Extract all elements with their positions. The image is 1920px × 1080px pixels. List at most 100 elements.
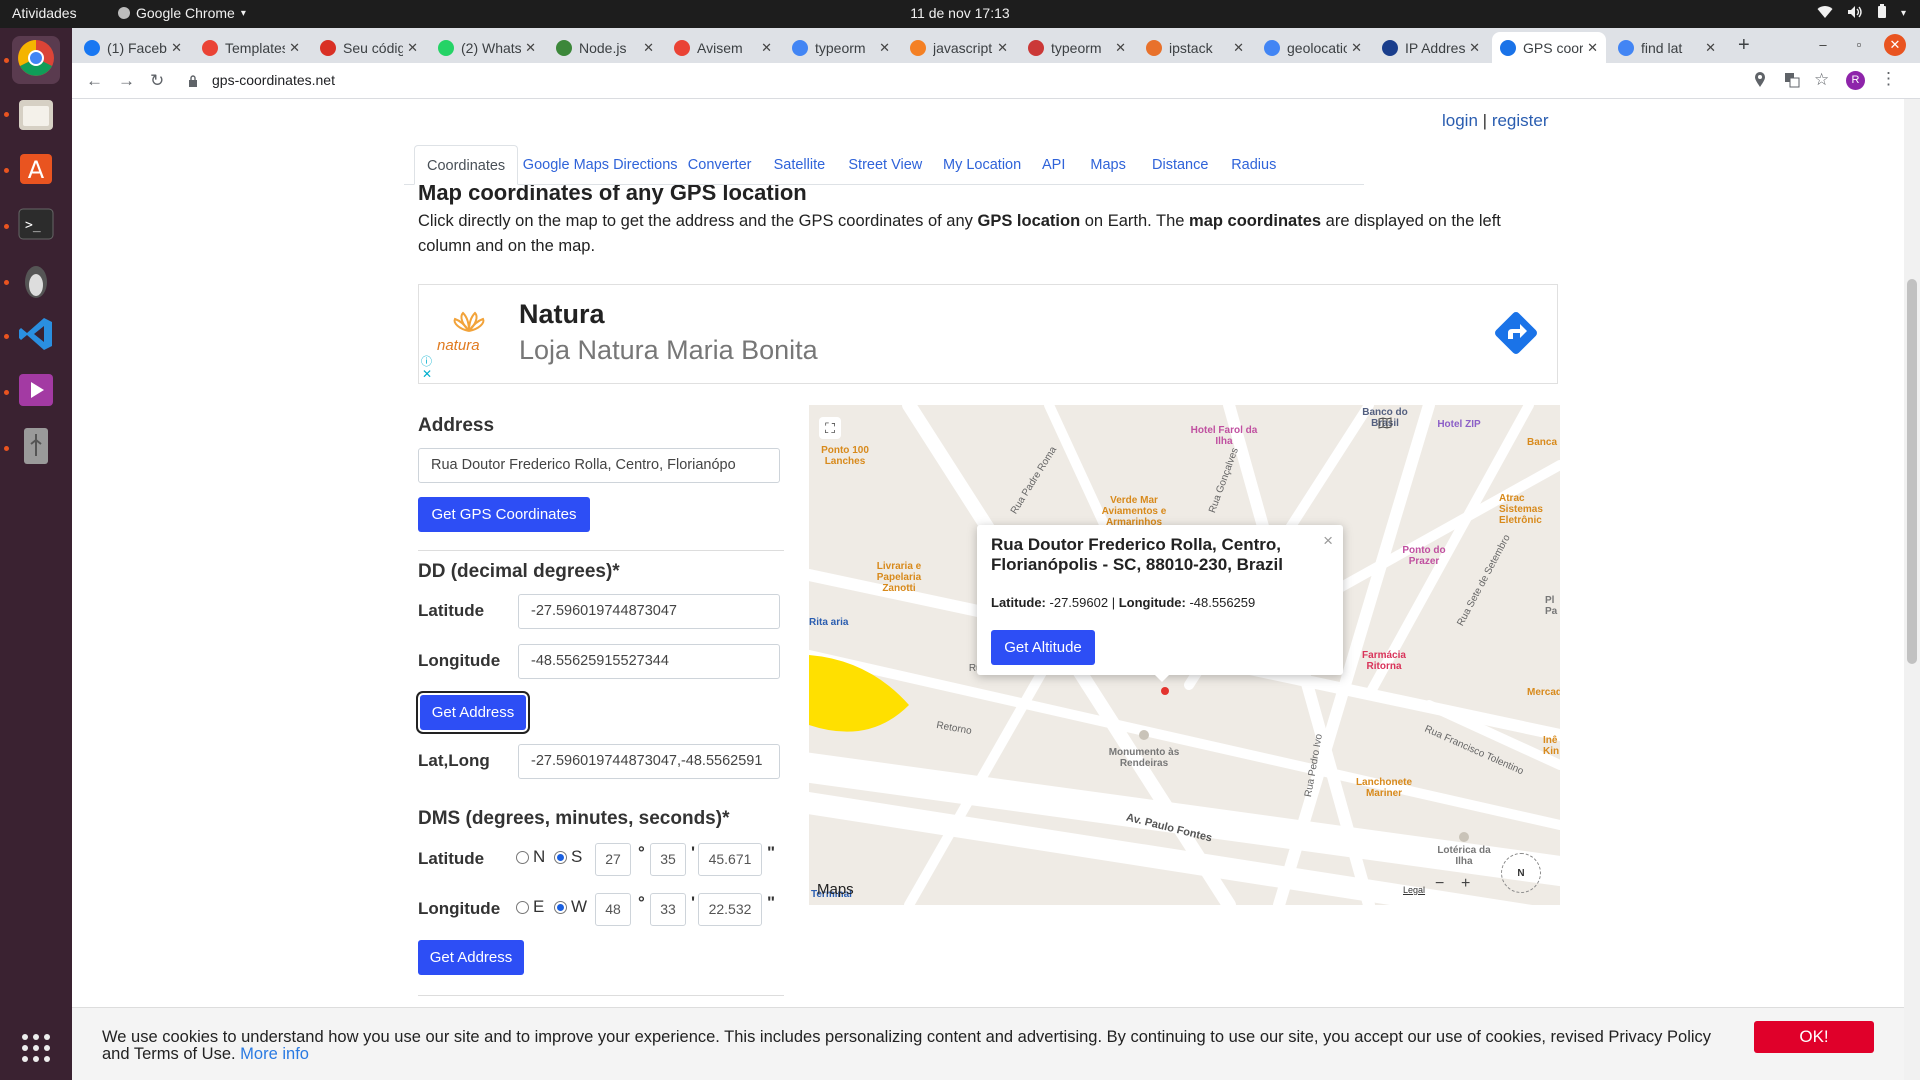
map-poi[interactable]: Inê Kin	[1543, 735, 1560, 757]
map-poi[interactable]: Livraria e Papelaria Zanotti	[859, 561, 939, 594]
advertisement[interactable]: natura Natura Loja Natura Maria Bonita ⓘ…	[418, 284, 1558, 384]
location-popup[interactable]: Rua Doutor Frederico Rolla, Centro, Flor…	[977, 525, 1343, 682]
cookie-more-info-link[interactable]: More info	[240, 1045, 309, 1063]
register-link[interactable]: register	[1492, 111, 1549, 130]
browser-tab[interactable]: Avisem ✕	[666, 32, 780, 63]
show-applications-button[interactable]	[12, 1026, 60, 1074]
browser-tab[interactable]: IP Address✕	[1374, 32, 1488, 63]
browser-tab[interactable]: find lat ✕	[1610, 32, 1724, 63]
browser-tab[interactable]: Node.js ✕	[548, 32, 662, 63]
map-poi[interactable]: Farmácia Ritorna	[1349, 650, 1419, 672]
page-scrollbar[interactable]	[1904, 99, 1920, 1080]
compass-control[interactable]: N	[1501, 853, 1541, 893]
map-poi[interactable]: Ponto do Prazer	[1389, 545, 1459, 567]
latitude-north-radio[interactable]	[516, 851, 529, 864]
get-gps-coordinates-button[interactable]: Get GPS Coordinates	[418, 497, 590, 532]
close-tab-icon[interactable]: ✕	[1115, 40, 1126, 56]
browser-tab[interactable]: GPS coordinates✕	[1492, 32, 1606, 63]
location-pin-icon[interactable]	[1754, 72, 1766, 92]
fullscreen-button[interactable]: ⛶	[819, 417, 841, 439]
system-tray[interactable]: ▾	[1817, 4, 1906, 22]
browser-tab[interactable]: Seu código✕	[312, 32, 426, 63]
nav-tab[interactable]: My Location	[931, 145, 1033, 185]
dd-longitude-input[interactable]: -48.55625915527344	[518, 644, 780, 679]
nav-tab[interactable]: Distance	[1140, 145, 1220, 185]
new-tab-button[interactable]: +	[1738, 34, 1750, 57]
dms-get-address-button[interactable]: Get Address	[418, 940, 524, 975]
dock-media-player[interactable]	[12, 368, 60, 416]
latlong-input[interactable]: -27.596019744873047,-48.5562591	[518, 744, 780, 779]
close-tab-icon[interactable]: ✕	[525, 40, 536, 56]
browser-tab[interactable]: (2) WhatsApp✕	[430, 32, 544, 63]
nav-tab[interactable]: Radius	[1219, 145, 1288, 185]
map-type-button[interactable]	[1375, 415, 1395, 435]
dock-vscode[interactable]	[12, 312, 60, 360]
more-menu-icon[interactable]: ⋮	[1880, 69, 1897, 89]
longitude-east-radio[interactable]	[516, 901, 529, 914]
browser-tab[interactable]: typeorm ✕	[784, 32, 898, 63]
close-tab-icon[interactable]: ✕	[1233, 40, 1244, 56]
close-tab-icon[interactable]: ✕	[1705, 40, 1716, 56]
nav-tab[interactable]: API	[1030, 145, 1077, 185]
latitude-south-radio[interactable]	[554, 851, 567, 864]
close-tab-icon[interactable]: ✕	[1587, 40, 1598, 56]
latitude-minutes-input[interactable]: 35	[650, 843, 686, 876]
map-poi[interactable]: Ponto 100 Lanches	[815, 445, 875, 467]
close-tab-icon[interactable]: ✕	[171, 40, 182, 56]
lock-icon[interactable]	[188, 73, 198, 93]
browser-tab[interactable]: javascript ✕	[902, 32, 1016, 63]
map-poi[interactable]: Lanchonete Mariner	[1344, 777, 1424, 799]
close-tab-icon[interactable]: ✕	[643, 40, 654, 56]
cookie-ok-button[interactable]: OK!	[1754, 1021, 1874, 1053]
map-poi[interactable]: Hotel ZIP	[1429, 419, 1489, 430]
browser-tab[interactable]: geolocation✕	[1256, 32, 1370, 63]
nav-tab[interactable]: Coordinates	[414, 145, 519, 185]
map-poi[interactable]: Lotérica da Ilha	[1429, 845, 1499, 867]
close-tab-icon[interactable]: ✕	[1469, 40, 1480, 56]
longitude-west-radio[interactable]	[554, 901, 567, 914]
maximize-window-icon[interactable]: ▫	[1848, 34, 1870, 56]
latitude-seconds-input[interactable]: 45.671	[698, 843, 762, 876]
dd-latitude-input[interactable]: -27.596019744873047	[518, 594, 780, 629]
dock-software[interactable]: A	[12, 146, 60, 194]
directions-arrow-icon[interactable]	[1492, 309, 1540, 357]
address-input[interactable]: Rua Doutor Frederico Rolla, Centro, Flor…	[418, 448, 780, 483]
map-poi[interactable]: Hotel Farol da Ilha	[1189, 425, 1259, 447]
nav-tab[interactable]: Satellite	[762, 145, 838, 185]
close-window-icon[interactable]: ✕	[1884, 34, 1906, 56]
popup-close-button[interactable]: ×	[1323, 531, 1333, 551]
close-tab-icon[interactable]: ✕	[1351, 40, 1362, 56]
close-tab-icon[interactable]: ✕	[407, 40, 418, 56]
nav-tab[interactable]: Google Maps Directions	[511, 145, 690, 185]
dock-usb[interactable]	[12, 424, 60, 472]
map-poi[interactable]: Pl Pa	[1545, 595, 1560, 617]
dd-get-address-button[interactable]: Get Address	[420, 695, 526, 730]
zoom-out-button[interactable]: −	[1435, 875, 1444, 893]
scrollbar-thumb[interactable]	[1907, 279, 1917, 664]
map-poi[interactable]: Banca	[1527, 437, 1560, 448]
app-menu[interactable]: Google Chrome ▾	[118, 5, 246, 21]
browser-tab[interactable]: ipstack ✕	[1138, 32, 1252, 63]
map-poi[interactable]: Verde Mar Aviamentos e Armarinhos	[1089, 495, 1179, 528]
longitude-degrees-input[interactable]: 48	[595, 893, 631, 926]
map-poi[interactable]: Rita aria	[809, 617, 849, 628]
latitude-degrees-input[interactable]: 27	[595, 843, 631, 876]
profile-avatar[interactable]: R	[1846, 71, 1865, 90]
minimize-window-icon[interactable]: –	[1812, 34, 1834, 56]
close-tab-icon[interactable]: ✕	[289, 40, 300, 56]
longitude-seconds-input[interactable]: 22.532	[698, 893, 762, 926]
map-legal-link[interactable]: Legal	[1403, 885, 1425, 895]
close-tab-icon[interactable]: ✕	[997, 40, 1008, 56]
nav-tab[interactable]: Street View	[836, 145, 934, 185]
map-poi[interactable]: Mercad	[1527, 687, 1560, 698]
clock[interactable]: 11 de nov 17:13	[0, 5, 1920, 21]
browser-tab[interactable]: Templates ✕	[194, 32, 308, 63]
ad-close-icon[interactable]: ✕	[422, 367, 432, 381]
translate-icon[interactable]	[1784, 72, 1800, 91]
bookmark-star-icon[interactable]: ☆	[1814, 70, 1829, 90]
dock-files[interactable]	[12, 92, 60, 140]
close-tab-icon[interactable]: ✕	[879, 40, 890, 56]
nav-tab[interactable]: Maps	[1078, 145, 1137, 185]
nav-tab[interactable]: Converter	[676, 145, 764, 185]
browser-tab[interactable]: (1) Facebook✕	[76, 32, 190, 63]
